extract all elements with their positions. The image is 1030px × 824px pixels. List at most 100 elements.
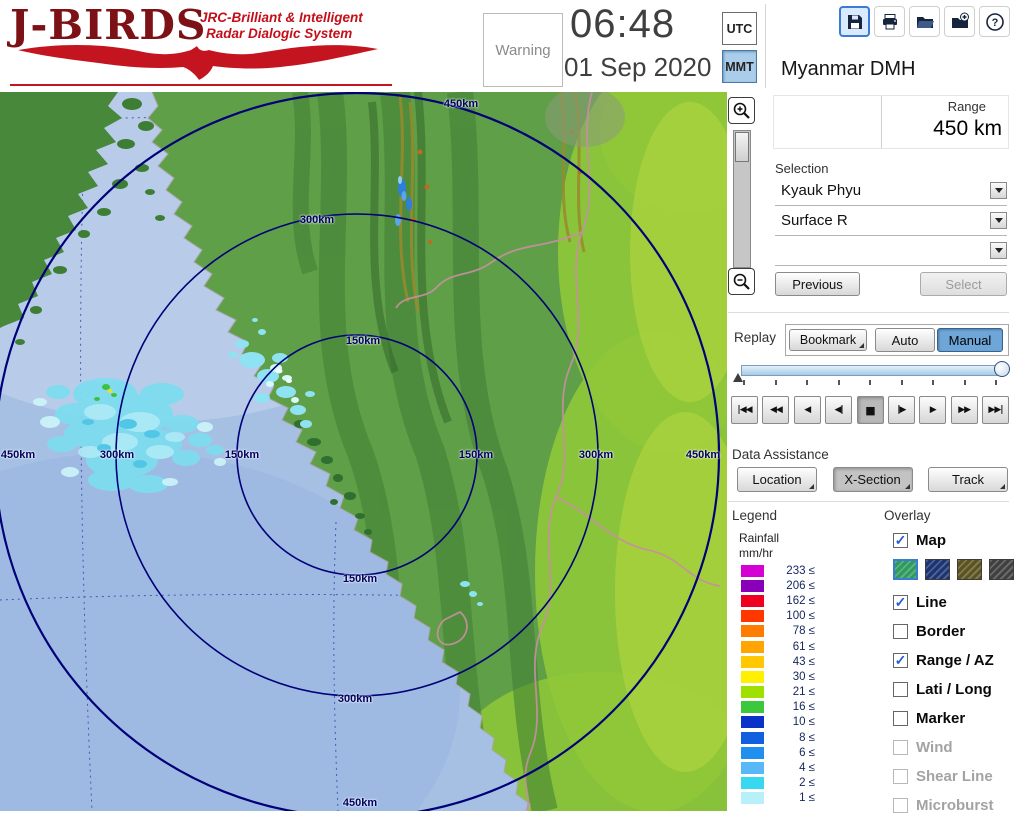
map-style-terrain-gray[interactable]	[989, 559, 1014, 580]
open-folder-icon	[915, 12, 935, 32]
bookmark-button[interactable]: Bookmark	[789, 329, 867, 351]
legend-row: 10 ≤	[741, 715, 815, 730]
slider-thumb[interactable]	[994, 361, 1010, 377]
playback-controls: |◀◀◀◀◀◀|■|▶▶▶▶▶▶|	[731, 396, 1009, 424]
legend-row-label: 1 ≤	[773, 792, 815, 804]
checkbox-lati-long[interactable]	[893, 682, 908, 697]
track-button[interactable]: Track	[928, 467, 1008, 492]
legend-color-swatch	[741, 747, 764, 759]
save-button[interactable]	[839, 6, 870, 37]
zoom-out-icon	[732, 272, 752, 292]
zoom-in-button[interactable]	[728, 97, 755, 124]
overlay-item-label: Marker	[916, 710, 965, 727]
legend-color-swatch	[741, 656, 764, 668]
slider-tick	[743, 380, 745, 385]
site-select-field[interactable]: Kyauk Phyu	[775, 178, 1007, 206]
slider-tick	[869, 380, 871, 385]
zoom-out-button[interactable]	[728, 268, 755, 295]
checkbox-border[interactable]	[893, 624, 908, 639]
previous-button[interactable]: Previous	[775, 272, 860, 296]
export-button[interactable]	[944, 6, 975, 37]
mmt-button[interactable]: MMT	[722, 50, 757, 83]
print-button[interactable]	[874, 6, 905, 37]
manual-mode-button[interactable]: Manual	[937, 328, 1003, 352]
zoom-scrollbar-thumb[interactable]	[735, 132, 749, 162]
legend-row: 61 ≤	[741, 639, 815, 654]
help-button[interactable]: ?	[979, 6, 1010, 37]
option-dropdown-button[interactable]	[990, 242, 1007, 259]
legend-row: 16 ≤	[741, 700, 815, 715]
overlay-item-label: Lati / Long	[916, 681, 992, 698]
fast-rewind-button[interactable]: ◀◀	[762, 396, 789, 424]
step-forward-button[interactable]: |▶	[888, 396, 915, 424]
overlay-items: ✓LineBorder✓Range / AZLati / LongMarkerW…	[893, 592, 1023, 815]
step-back-button[interactable]: ◀|	[825, 396, 852, 424]
map-style-swatches	[893, 559, 1023, 580]
legend-unit-line2: mm/hr	[739, 546, 779, 561]
range-label: Range	[948, 99, 1002, 114]
legend-row: 78 ≤	[741, 624, 815, 639]
checkbox-range-az[interactable]: ✓	[893, 653, 908, 668]
play-reverse-button[interactable]: ◀	[794, 396, 821, 424]
legend-row: 21 ≤	[741, 685, 815, 700]
checkbox-marker[interactable]	[893, 711, 908, 726]
select-button[interactable]: Select	[920, 272, 1007, 296]
site-dropdown-button[interactable]	[990, 182, 1007, 199]
overlay-item-label: Border	[916, 623, 965, 640]
utc-button[interactable]: UTC	[722, 12, 757, 45]
product-dropdown-button[interactable]	[990, 212, 1007, 229]
chevron-down-icon	[995, 218, 1003, 223]
legend-color-swatch	[741, 580, 764, 592]
legend-row: 6 ≤	[741, 745, 815, 760]
x-section-button[interactable]: X-Section	[833, 467, 913, 492]
overlay-item-range-az[interactable]: ✓Range / AZ	[893, 650, 1023, 670]
overlay-item-border[interactable]: Border	[893, 621, 1023, 641]
header: J-BIRDS JRC-Brilliant & Intelligent Rada…	[0, 0, 1030, 92]
range-value: 450 km	[933, 117, 1002, 141]
map-style-terrain-green[interactable]	[893, 559, 918, 580]
save-icon	[845, 12, 865, 32]
play-button[interactable]: ▶	[919, 396, 946, 424]
product-select-field[interactable]: Surface R	[775, 208, 1007, 236]
legend-row-label: 16 ≤	[773, 701, 815, 713]
auto-mode-button[interactable]: Auto	[875, 328, 935, 352]
slider-tick	[775, 380, 777, 385]
legend-color-swatch	[741, 595, 764, 607]
legend-row-label: 162 ≤	[773, 595, 815, 607]
slider-tick	[806, 380, 808, 385]
zoom-in-icon	[732, 101, 752, 121]
jump-start-button[interactable]: |◀◀	[731, 396, 758, 424]
slider-track[interactable]	[741, 365, 1005, 376]
legend-unit-line1: Rainfall	[739, 531, 779, 546]
overlay-item-map[interactable]: ✓ Map	[893, 530, 1023, 550]
legend-row: 30 ≤	[741, 669, 815, 684]
overlay-item-line[interactable]: ✓Line	[893, 592, 1023, 612]
radar-map[interactable]: 450km300km150km450km300km150km150km300km…	[0, 92, 727, 811]
open-button[interactable]	[909, 6, 940, 37]
app-logo-subtitle: JRC-Brilliant & Intelligent Radar Dialog…	[200, 10, 363, 42]
replay-label: Replay	[734, 330, 776, 345]
legend-row-label: 8 ≤	[773, 732, 815, 744]
checkbox-map[interactable]: ✓	[893, 533, 908, 548]
legend-row-label: 61 ≤	[773, 641, 815, 653]
zoom-scrollbar[interactable]	[733, 130, 751, 268]
map-style-terrain-navy[interactable]	[925, 559, 950, 580]
chevron-down-icon	[995, 248, 1003, 253]
jump-end-button[interactable]: ▶▶|	[982, 396, 1009, 424]
stop-button[interactable]: ■	[857, 396, 884, 424]
slider-tick	[838, 380, 840, 385]
replay-time-slider[interactable]	[733, 360, 1009, 388]
legend-color-swatch	[741, 762, 764, 774]
map-style-terrain-olive[interactable]	[957, 559, 982, 580]
checkbox-line[interactable]: ✓	[893, 595, 908, 610]
location-button[interactable]: Location	[737, 467, 817, 492]
fast-forward-button[interactable]: ▶▶	[951, 396, 978, 424]
overlay-item-lati-long[interactable]: Lati / Long	[893, 679, 1023, 699]
legend-color-swatch	[741, 777, 764, 789]
print-icon	[880, 12, 900, 32]
overlay-item-marker[interactable]: Marker	[893, 708, 1023, 728]
legend-row: 100 ≤	[741, 609, 815, 624]
section-divider	[728, 312, 1009, 313]
section-divider	[728, 501, 1009, 502]
option-select-field[interactable]	[775, 238, 1007, 266]
